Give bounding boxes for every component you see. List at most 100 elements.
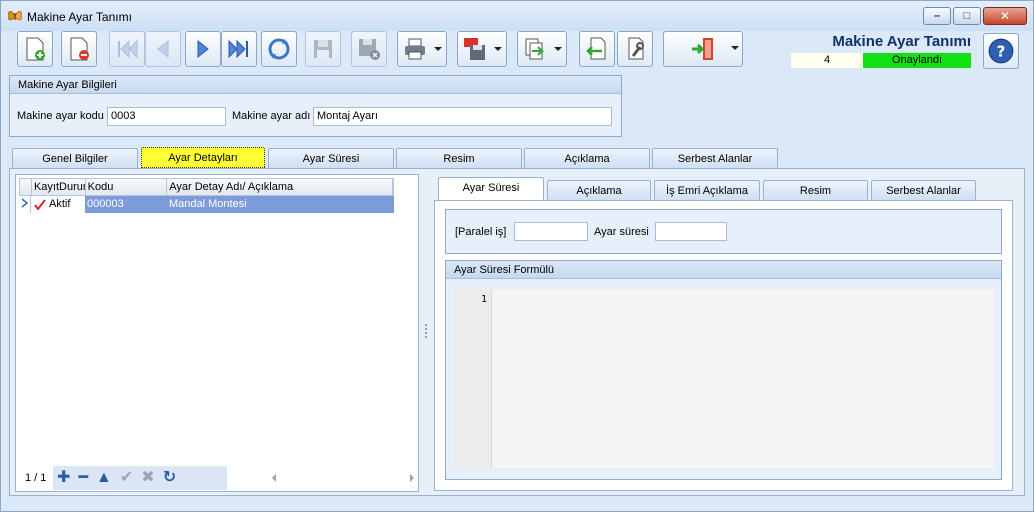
delete-document-icon xyxy=(70,37,89,61)
horizontal-scrollbar[interactable] xyxy=(269,470,417,486)
save-button[interactable] xyxy=(305,31,341,67)
tab-resim[interactable]: Resim xyxy=(396,148,522,168)
code-input[interactable]: 0003 xyxy=(107,107,226,126)
new-button[interactable] xyxy=(17,31,53,67)
last-record-button[interactable] xyxy=(221,31,257,67)
remove-row-icon[interactable]: ━ xyxy=(78,470,88,486)
help-button[interactable]: ? xyxy=(983,33,1019,69)
checkmark-icon xyxy=(34,198,46,211)
refresh-grid-icon[interactable]: ↻ xyxy=(163,470,176,486)
maximize-icon: □ xyxy=(963,9,971,22)
minimize-icon: – xyxy=(933,9,941,22)
print-icon xyxy=(405,38,425,60)
subtab-resim[interactable]: Resim xyxy=(763,180,868,200)
status-badge: Onaylandı xyxy=(863,53,971,68)
info-group-title: Makine Ayar Bilgileri xyxy=(10,76,621,94)
cancel-save-button[interactable] xyxy=(351,31,387,67)
close-button[interactable]: ✕ xyxy=(983,7,1027,25)
pdf-export-icon xyxy=(464,38,485,60)
first-record-icon xyxy=(118,39,138,59)
maximize-button[interactable]: □ xyxy=(953,7,981,25)
column-header-name[interactable]: Ayar Detay Adı/ Açıklama xyxy=(167,179,393,195)
export-button[interactable] xyxy=(517,31,567,67)
first-record-button[interactable] xyxy=(109,31,145,67)
tab-genel-bilgiler[interactable]: Genel Bilgiler xyxy=(12,148,138,168)
last-record-icon xyxy=(228,39,248,59)
formula-group-title: Ayar Süresi Formülü xyxy=(446,261,1001,279)
delete-button[interactable] xyxy=(61,31,97,67)
duration-label: Ayar süresi xyxy=(594,226,649,238)
grid-navigator: 1 / 1 ✚ ━ ▲ ✔ ✖ ↻ xyxy=(19,466,417,490)
row-status: Aktif xyxy=(49,198,71,210)
exit-dropdown-icon[interactable] xyxy=(731,46,739,50)
row-indicator-icon xyxy=(19,196,31,213)
settings-button[interactable] xyxy=(617,31,653,67)
cancel-edit-icon[interactable]: ✖ xyxy=(141,470,154,486)
pager-count: 1 / 1 xyxy=(25,472,47,484)
chevron-down-icon xyxy=(494,47,502,51)
chevron-down-icon xyxy=(434,47,442,51)
pdf-export-button[interactable] xyxy=(457,31,507,67)
name-label: Makine ayar adı xyxy=(232,110,311,122)
editor-gutter: 1 xyxy=(454,290,492,468)
tab-serbest-alanlar[interactable]: Serbest Alanlar xyxy=(652,148,778,168)
tab-ayar-suresi[interactable]: Ayar Süresi xyxy=(268,148,394,168)
window-title: Makine Ayar Tanımı xyxy=(27,10,132,24)
subtab-is-emri-aciklama[interactable]: İş Emri Açıklama xyxy=(654,180,760,200)
code-label: Makine ayar kodu xyxy=(17,110,104,122)
chevron-down-icon xyxy=(554,47,562,51)
print-button[interactable] xyxy=(397,31,447,67)
form-title: Makine Ayar Tanımı xyxy=(832,33,971,50)
help-icon: ? xyxy=(988,38,1014,64)
detail-grid: KayıtDurumu Kodu Ayar Detay Adı/ Açıklam… xyxy=(19,178,394,213)
parallel-label: [Paralel iş] xyxy=(455,226,507,238)
settings-tool-icon xyxy=(628,37,644,60)
tab-aciklama[interactable]: Açıklama xyxy=(524,148,650,168)
name-input[interactable]: Montaj Ayarı xyxy=(313,107,612,126)
toolbar xyxy=(13,31,753,69)
minimize-button[interactable]: – xyxy=(923,7,951,25)
save-cancel-icon xyxy=(359,39,380,60)
parallel-input[interactable] xyxy=(514,222,588,241)
detail-grid-panel xyxy=(15,174,419,492)
add-row-icon[interactable]: ✚ xyxy=(57,470,70,486)
table-row[interactable]: Aktif 000003 Mandal Montesi xyxy=(19,196,394,213)
row-name: Mandal Montesi xyxy=(169,198,247,210)
tab-ayar-detaylari[interactable]: Ayar Detayları xyxy=(141,147,265,168)
refresh-icon xyxy=(268,38,290,60)
refresh-button[interactable] xyxy=(261,31,297,67)
butterfly-icon xyxy=(8,11,22,21)
row-status-cell: Aktif xyxy=(31,196,85,213)
move-up-icon[interactable]: ▲ xyxy=(96,470,112,486)
formula-editor[interactable]: 1 xyxy=(454,290,994,468)
exit-door-icon xyxy=(692,38,713,60)
form-header: Makine Ayar Tanımı 4 Onaylandı xyxy=(791,33,971,68)
close-icon: ✕ xyxy=(999,9,1011,23)
subtab-ayar-suresi[interactable]: Ayar Süresi xyxy=(438,177,544,201)
import-icon xyxy=(586,37,606,60)
panel-splitter[interactable] xyxy=(424,321,428,341)
column-header-code[interactable]: Kodu xyxy=(86,179,168,195)
svg-text:?: ? xyxy=(997,42,1006,60)
grid-header: KayıtDurumu Kodu Ayar Detay Adı/ Açıklam… xyxy=(19,178,394,196)
next-record-icon xyxy=(197,39,209,59)
title-bar: Makine Ayar Tanımı – □ ✕ xyxy=(1,1,1033,31)
line-number: 1 xyxy=(480,294,487,305)
next-record-button[interactable] xyxy=(185,31,221,67)
column-header-status[interactable]: KayıtDurumu xyxy=(32,179,86,195)
previous-record-button[interactable] xyxy=(145,31,181,67)
app-window: Makine Ayar Tanımı – □ ✕ Makine Ayar Tan… xyxy=(0,0,1034,512)
export-icon xyxy=(525,38,545,60)
duration-input[interactable] xyxy=(655,222,727,241)
import-button[interactable] xyxy=(579,31,615,67)
record-number: 4 xyxy=(791,53,863,68)
confirm-icon[interactable]: ✔ xyxy=(120,470,133,486)
grid-indicator-header xyxy=(20,179,32,195)
save-icon xyxy=(314,40,332,58)
subtab-serbest-alanlar[interactable]: Serbest Alanlar xyxy=(871,180,976,200)
subtab-aciklama[interactable]: Açıklama xyxy=(547,180,651,200)
row-code: 000003 xyxy=(87,198,124,210)
info-group: Makine Ayar Bilgileri xyxy=(9,75,622,137)
previous-record-icon xyxy=(157,39,169,59)
new-document-icon xyxy=(26,37,45,61)
